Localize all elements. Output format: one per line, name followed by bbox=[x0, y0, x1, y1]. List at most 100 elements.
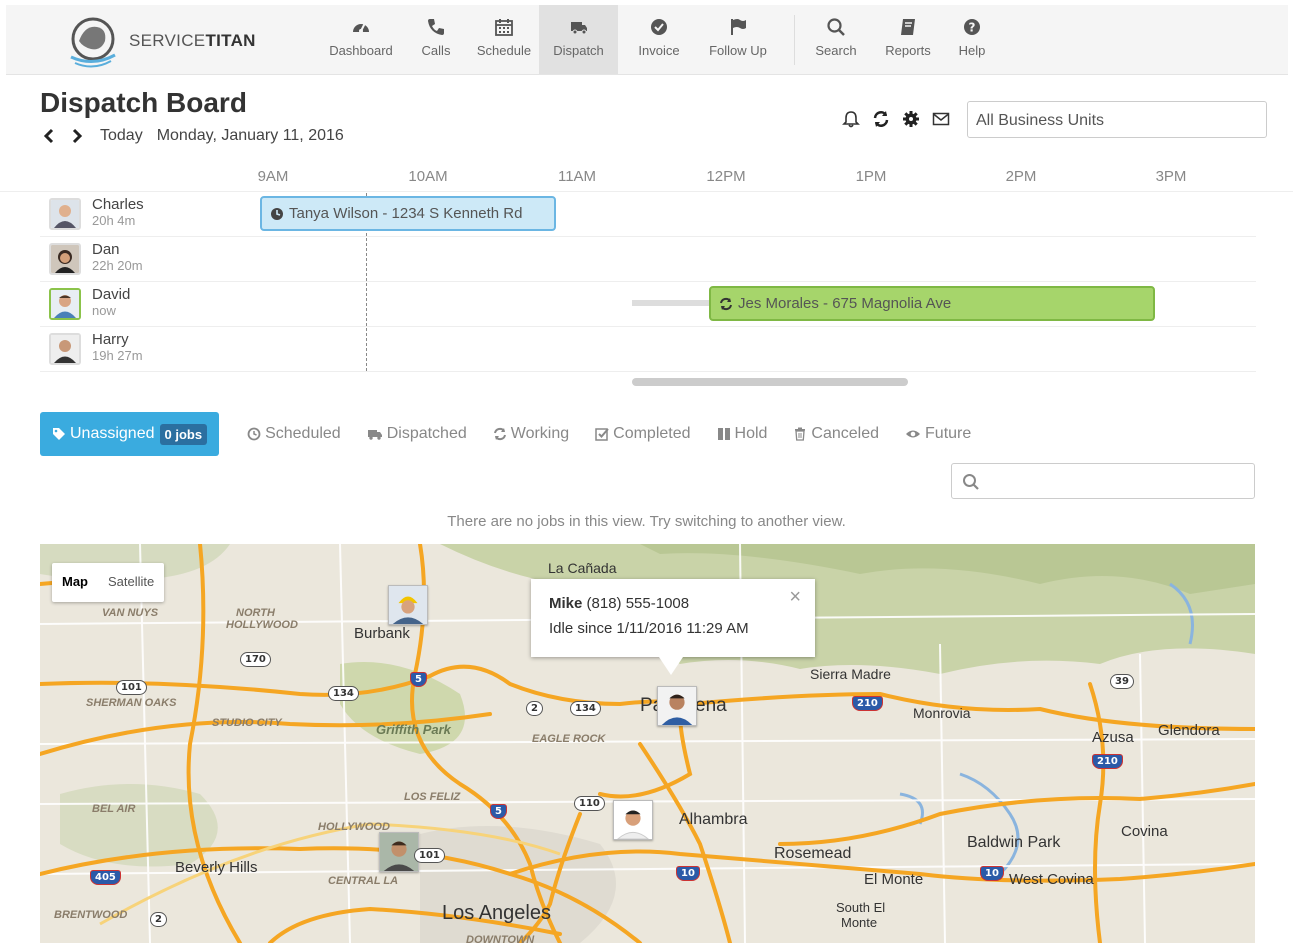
nav-follow-up[interactable]: Follow Up bbox=[700, 5, 776, 74]
titan-logo-icon bbox=[70, 17, 116, 68]
map-label: Burbank bbox=[354, 625, 410, 642]
pause-icon bbox=[717, 428, 730, 440]
highway-shield: 101 bbox=[116, 680, 147, 695]
technician-row-dan[interactable]: Dan 22h 20m bbox=[40, 237, 1256, 282]
brand-name: SERVICETITAN bbox=[129, 31, 256, 51]
mail-icon[interactable] bbox=[932, 110, 950, 128]
job-label: Tanya Wilson - 1234 S Kenneth Rd bbox=[289, 205, 523, 222]
travel-indicator bbox=[632, 300, 710, 306]
brand-name-bold: TITAN bbox=[205, 31, 256, 50]
tab-unassigned[interactable]: Unassigned 0 jobs bbox=[40, 412, 220, 456]
technician-row-harry[interactable]: Harry 19h 27m bbox=[40, 327, 1256, 372]
highway-shield: 10 bbox=[676, 866, 700, 881]
nav-dispatch[interactable]: Dispatch bbox=[539, 5, 618, 74]
page-title: Dispatch Board bbox=[40, 87, 247, 118]
date-navigator: Today Monday, January 11, 2016 bbox=[42, 127, 344, 145]
help-icon: ? bbox=[964, 19, 980, 35]
highway-shield: 39 bbox=[1110, 674, 1134, 689]
popup-name: Mike bbox=[549, 595, 583, 612]
tab-working[interactable]: Working bbox=[493, 425, 569, 443]
map-label: Alhambra bbox=[679, 811, 748, 828]
nav-calls[interactable]: Calls bbox=[413, 5, 459, 74]
business-unit-select[interactable]: All Business Units bbox=[967, 101, 1267, 138]
highway-shield: 110 bbox=[574, 796, 605, 811]
tab-canceled[interactable]: Canceled bbox=[793, 425, 879, 443]
nav-help-label: Help bbox=[958, 43, 986, 58]
dispatch-map[interactable]: Map Satellite La Cañada VAN NUYS NORTH H… bbox=[40, 544, 1255, 943]
technician-map-pin[interactable] bbox=[388, 585, 428, 625]
technician-map-pin[interactable] bbox=[379, 832, 419, 872]
nav-help[interactable]: ? Help bbox=[956, 5, 988, 74]
timeline-scrollbar[interactable] bbox=[632, 378, 908, 386]
servicetitan-logo[interactable]: SERVICETITAN bbox=[61, 9, 256, 73]
tab-future[interactable]: Future bbox=[905, 425, 971, 443]
popup-status: Idle since 1/11/2016 11:29 AM bbox=[549, 620, 749, 637]
nav-search[interactable]: Search bbox=[812, 5, 860, 74]
chevron-left-icon[interactable] bbox=[42, 127, 56, 145]
tab-hold[interactable]: Hold bbox=[717, 425, 768, 443]
brand-name-light: SERVICE bbox=[129, 31, 206, 50]
popup-phone: (818) 555-1008 bbox=[586, 595, 690, 612]
map-label: West Covina bbox=[1009, 871, 1094, 888]
job-block-scheduled[interactable]: Tanya Wilson - 1234 S Kenneth Rd bbox=[260, 196, 556, 231]
map-type-map[interactable]: Map bbox=[52, 563, 98, 602]
job-search-input[interactable] bbox=[951, 463, 1255, 499]
tab-hold-label: Hold bbox=[734, 425, 768, 442]
hour-label: 10AM bbox=[408, 168, 448, 185]
technician-map-pin-mike[interactable] bbox=[657, 686, 697, 726]
bell-icon[interactable] bbox=[842, 110, 860, 128]
map-label: El Monte bbox=[864, 871, 924, 888]
header-actions bbox=[842, 110, 950, 128]
today-button[interactable]: Today bbox=[100, 127, 143, 145]
nav-invoice[interactable]: Invoice bbox=[630, 5, 688, 74]
job-count-badge: 0 jobs bbox=[159, 423, 208, 445]
chevron-right-icon[interactable] bbox=[70, 127, 84, 145]
timeline-hours: 9AM 10AM 11AM 12PM 1PM 2PM 3PM bbox=[0, 166, 1293, 192]
tab-scheduled[interactable]: Scheduled bbox=[247, 425, 341, 443]
nav-schedule-label: Schedule bbox=[476, 43, 532, 58]
calendar-icon bbox=[495, 19, 513, 36]
technician-info-popup: Mike (818) 555-1008 Idle since 1/11/2016… bbox=[531, 579, 815, 675]
nav-schedule[interactable]: Schedule bbox=[471, 5, 537, 74]
nav-dashboard-label: Dashboard bbox=[329, 43, 393, 58]
refresh-icon bbox=[720, 297, 732, 310]
hour-label: 3PM bbox=[1155, 168, 1187, 185]
map-label: La Cañada bbox=[548, 560, 617, 576]
highway-shield: 2 bbox=[526, 701, 543, 716]
map-label: Rosemead bbox=[774, 845, 852, 862]
avatar bbox=[49, 243, 81, 275]
map-label: BEL AIR bbox=[92, 803, 136, 815]
truck-icon bbox=[367, 430, 382, 440]
map-label: HOLLYWOOD bbox=[226, 619, 298, 631]
clock-icon bbox=[247, 427, 261, 441]
map-type-toggle: Map Satellite bbox=[52, 563, 165, 602]
top-navbar: SERVICETITAN Dashboard Calls Schedule Di… bbox=[6, 5, 1288, 75]
book-icon bbox=[901, 19, 915, 35]
avatar bbox=[49, 288, 81, 320]
highway-shield: 405 bbox=[90, 870, 121, 885]
technician-map-pin[interactable] bbox=[613, 800, 653, 840]
highway-shield: 170 bbox=[240, 652, 271, 667]
nav-search-label: Search bbox=[815, 43, 857, 58]
map-type-satellite[interactable]: Satellite bbox=[98, 563, 164, 602]
dashboard-icon bbox=[353, 22, 369, 33]
highway-shield: 5 bbox=[410, 672, 427, 687]
nav-reports[interactable]: Reports bbox=[880, 5, 936, 74]
refresh-icon[interactable] bbox=[872, 110, 890, 128]
map-label: Baldwin Park bbox=[967, 834, 1061, 851]
technician-row-charles[interactable]: Charles 20h 4m bbox=[40, 192, 1256, 237]
tab-completed[interactable]: Completed bbox=[595, 425, 691, 443]
highway-shield: 210 bbox=[852, 696, 883, 711]
nav-dashboard[interactable]: Dashboard bbox=[323, 5, 399, 74]
map-label: Los Angeles bbox=[442, 902, 551, 924]
avatar bbox=[49, 198, 81, 230]
gear-icon[interactable] bbox=[902, 110, 920, 128]
map-label: Monte bbox=[841, 915, 878, 930]
close-icon[interactable]: × bbox=[789, 585, 801, 610]
tab-dispatched[interactable]: Dispatched bbox=[367, 425, 467, 443]
map-label: Beverly Hills bbox=[175, 859, 258, 876]
job-block-working[interactable]: Jes Morales - 675 Magnolia Ave bbox=[709, 286, 1155, 321]
avatar bbox=[49, 333, 81, 365]
status-tabs: Unassigned 0 jobs Scheduled Dispatched W… bbox=[40, 412, 997, 456]
highway-shield: 5 bbox=[490, 804, 507, 819]
